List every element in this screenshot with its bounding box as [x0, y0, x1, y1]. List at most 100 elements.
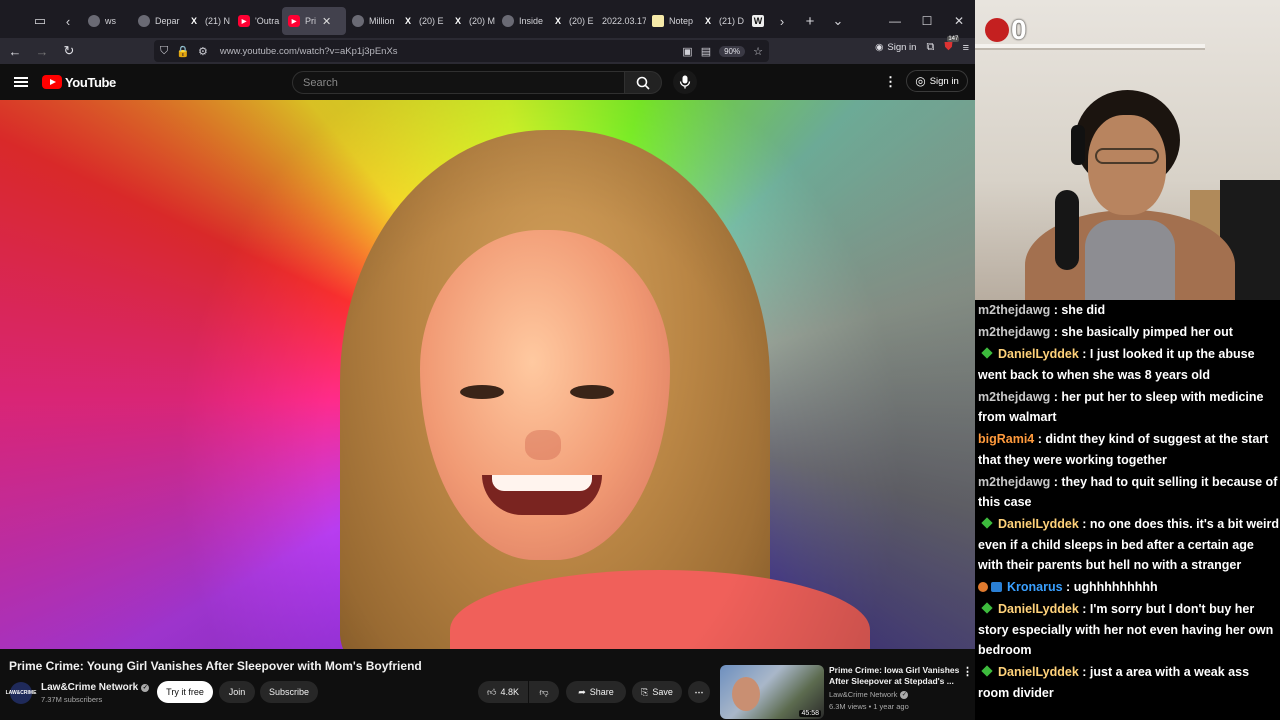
- video-player[interactable]: [0, 100, 975, 649]
- recommended-meta: 6.3M views • 1 year ago: [829, 702, 909, 711]
- chat-separator: :: [1034, 432, 1046, 446]
- minimize-icon[interactable]: —: [879, 14, 911, 28]
- reload-icon[interactable]: ↻: [57, 39, 81, 63]
- counter-icon: [985, 18, 1009, 42]
- video-details: Prime Crime: Young Girl Vanishes After S…: [0, 649, 975, 720]
- search-button[interactable]: [624, 71, 662, 94]
- chat-message: m2thejdawg : she did: [978, 300, 1280, 321]
- streamer-face: [1088, 115, 1166, 215]
- browser-tab[interactable]: Million: [346, 7, 396, 35]
- x-favicon-icon: X: [554, 16, 561, 26]
- chat-message: DanielLyddek : no one does this. it's a …: [978, 514, 1280, 576]
- search-input[interactable]: [303, 76, 624, 89]
- channel-avatar[interactable]: LAW&CRIME: [6, 682, 36, 704]
- browser-tab[interactable]: W: [746, 7, 768, 35]
- browser-tab[interactable]: X (20) E: [396, 7, 446, 35]
- chat-username[interactable]: m2thejdawg: [978, 303, 1050, 317]
- recommended-thumbnail[interactable]: 45:58: [720, 665, 824, 719]
- streamer-tank-top: [1085, 220, 1175, 300]
- save-button[interactable]: ⎘ Save: [632, 681, 682, 703]
- browser-tab[interactable]: ▶ Pri ✕: [282, 7, 346, 35]
- zoom-level[interactable]: 90%: [719, 45, 746, 57]
- browser-tab[interactable]: ▶ 'Outra: [232, 7, 282, 35]
- youtube-signin-button[interactable]: ◎ Sign in: [906, 70, 968, 92]
- subscribe-button[interactable]: Subscribe: [260, 681, 318, 703]
- chat-username[interactable]: DanielLyddek: [998, 347, 1079, 361]
- browser-tab[interactable]: 2022.03.17: [596, 7, 646, 35]
- chat-username[interactable]: Kronarus: [1007, 580, 1063, 594]
- save-label: Save: [652, 687, 673, 697]
- ublock-icon[interactable]: ⛊ 147: [944, 36, 960, 54]
- app-menu-icon[interactable]: ≡: [963, 42, 969, 54]
- address-bar[interactable]: ⛉ 🔒 ⚙ www.youtube.com/watch?v=aKp1j3pEnX…: [154, 40, 769, 62]
- join-button[interactable]: Join: [219, 681, 255, 703]
- address-bar-actions: ▣ ▤ 90% ☆: [682, 45, 763, 58]
- chat-separator: :: [1050, 389, 1062, 404]
- stream-chat: m2thejdawg : she did m2thejdawg : she bas…: [975, 300, 1280, 720]
- browser-tab[interactable]: Notep: [646, 7, 696, 35]
- permissions-icon[interactable]: ⚙: [198, 45, 208, 58]
- chat-username[interactable]: DanielLyddek: [998, 517, 1079, 531]
- maximize-icon[interactable]: ☐: [911, 14, 943, 28]
- guide-menu-icon[interactable]: [14, 75, 28, 89]
- subscriber-count: 7.37M subscribers: [41, 695, 103, 704]
- tab-bar: ▭ ‹ ws Depar X (21) N ▶ 'Outra ▶ Pri ✕ Million X (2…: [0, 0, 975, 42]
- recommended-title[interactable]: Prime Crime: Iowa Girl Vanishes After Sl…: [829, 665, 961, 687]
- browser-tab[interactable]: ws: [82, 7, 132, 35]
- streamer-microphone: [1055, 190, 1079, 270]
- new-tab-icon[interactable]: +: [796, 7, 824, 35]
- reader-view-icon[interactable]: ▤: [701, 45, 711, 58]
- chat-username[interactable]: DanielLyddek: [998, 602, 1079, 616]
- recommended-video[interactable]: 45:58 Prime Crime: Iowa Girl Vanishes Af…: [720, 665, 975, 720]
- chat-username[interactable]: m2thejdawg: [978, 325, 1050, 339]
- chat-username[interactable]: DanielLyddek: [998, 665, 1079, 679]
- prime-badge-icon: [991, 582, 1002, 592]
- tab-scroll-right-icon[interactable]: ›: [768, 7, 796, 35]
- browser-tab-label: ws: [105, 16, 116, 26]
- back-icon[interactable]: ←: [3, 39, 27, 63]
- channel-name[interactable]: Law&Crime Network: [41, 682, 138, 693]
- account-signin[interactable]: ◉ Sign in: [875, 42, 916, 53]
- lock-icon[interactable]: 🔒: [176, 45, 190, 58]
- voice-search-button[interactable]: [673, 70, 697, 94]
- browser-tab[interactable]: X (20) E: [546, 7, 596, 35]
- recommended-channel: Law&Crime Network: [829, 690, 898, 699]
- site-favicon-icon: [138, 15, 150, 27]
- webcam-overlay: 0: [975, 0, 1280, 300]
- share-button[interactable]: ➦ Share: [566, 681, 626, 703]
- tab-dropdown-icon[interactable]: ⌄: [824, 7, 852, 35]
- extensions-icon[interactable]: ⧉: [926, 41, 934, 54]
- browser-tab[interactable]: X (21) N: [182, 7, 232, 35]
- video-title: Prime Crime: Young Girl Vanishes After S…: [9, 659, 422, 673]
- site-favicon-icon: [88, 15, 100, 27]
- like-count: 4.8K: [500, 687, 519, 697]
- url-text[interactable]: www.youtube.com/watch?v=aKp1j3pEnXs: [220, 46, 398, 57]
- settings-menu-icon[interactable]: ⋮: [884, 74, 897, 90]
- browser-tab-label: Million: [369, 16, 395, 26]
- picture-in-picture-icon[interactable]: ▣: [682, 45, 692, 58]
- browser-tab[interactable]: X (20) M: [446, 7, 496, 35]
- youtube-logo[interactable]: YouTube: [42, 75, 116, 90]
- recommended-menu-icon[interactable]: ⋮: [962, 665, 973, 678]
- thumbs-up-icon: 👍︎: [487, 686, 497, 697]
- forward-icon[interactable]: →: [30, 39, 54, 63]
- share-arrow-icon: ➦: [578, 686, 586, 697]
- browser-tab[interactable]: Inside: [496, 7, 546, 35]
- chat-username[interactable]: m2thejdawg: [978, 475, 1050, 489]
- browser-tab[interactable]: Depar: [132, 7, 182, 35]
- chat-username[interactable]: bigRami4: [978, 432, 1034, 446]
- dislike-button[interactable]: 👎︎: [529, 681, 559, 703]
- shield-icon[interactable]: ⛉: [160, 45, 168, 58]
- close-window-icon[interactable]: ✕: [943, 14, 975, 28]
- like-button[interactable]: 👍︎ 4.8K: [478, 681, 528, 703]
- more-actions-button[interactable]: ⋯: [688, 681, 710, 703]
- try-it-free-button[interactable]: Try it free: [157, 681, 213, 703]
- channel-name-row[interactable]: Law&Crime Network ✓: [41, 682, 150, 693]
- tab-list-icon[interactable]: ▭: [26, 7, 54, 35]
- chat-separator: :: [1078, 347, 1090, 361]
- chat-username[interactable]: m2thejdawg: [978, 390, 1050, 404]
- tab-scroll-left-icon[interactable]: ‹: [54, 7, 82, 35]
- tab-close-icon[interactable]: ✕: [322, 15, 331, 28]
- browser-tab[interactable]: X (21) D: [696, 7, 746, 35]
- bookmark-star-icon[interactable]: ☆: [753, 45, 763, 58]
